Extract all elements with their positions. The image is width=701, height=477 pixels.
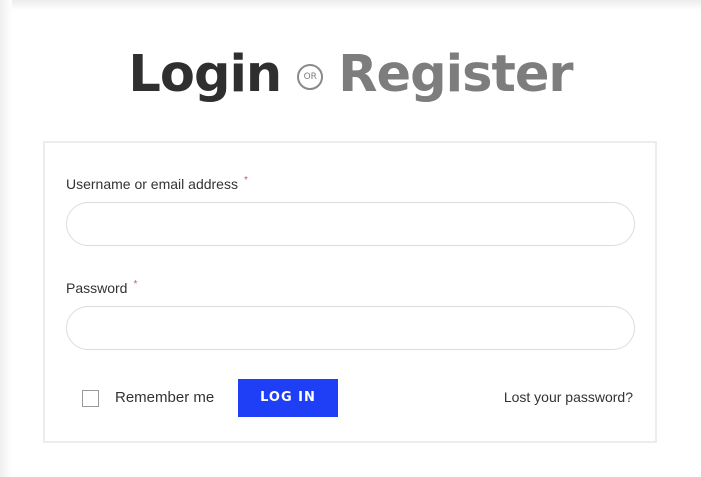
password-label-text: Password (66, 280, 128, 296)
login-form: Username or email address * Password * Rem… (43, 141, 657, 443)
login-heading[interactable]: Login (128, 45, 282, 104)
password-input[interactable] (66, 306, 635, 350)
username-label: Username or email address * (66, 175, 248, 192)
page-heading: Login OR Register (0, 42, 701, 108)
page-top-shadow (0, 0, 701, 10)
remember-me-label[interactable]: Remember me (115, 389, 214, 406)
username-input[interactable] (66, 202, 635, 246)
username-label-text: Username or email address (66, 176, 238, 192)
or-icon: OR (297, 64, 324, 90)
register-heading[interactable]: Register (338, 45, 573, 104)
lost-password-link[interactable]: Lost your password? (504, 389, 633, 405)
required-marker: * (133, 279, 138, 290)
remember-me-checkbox[interactable] (82, 390, 99, 407)
log-in-button[interactable]: LOG IN (238, 379, 338, 417)
required-marker: * (243, 175, 248, 186)
password-label: Password * (66, 279, 138, 296)
